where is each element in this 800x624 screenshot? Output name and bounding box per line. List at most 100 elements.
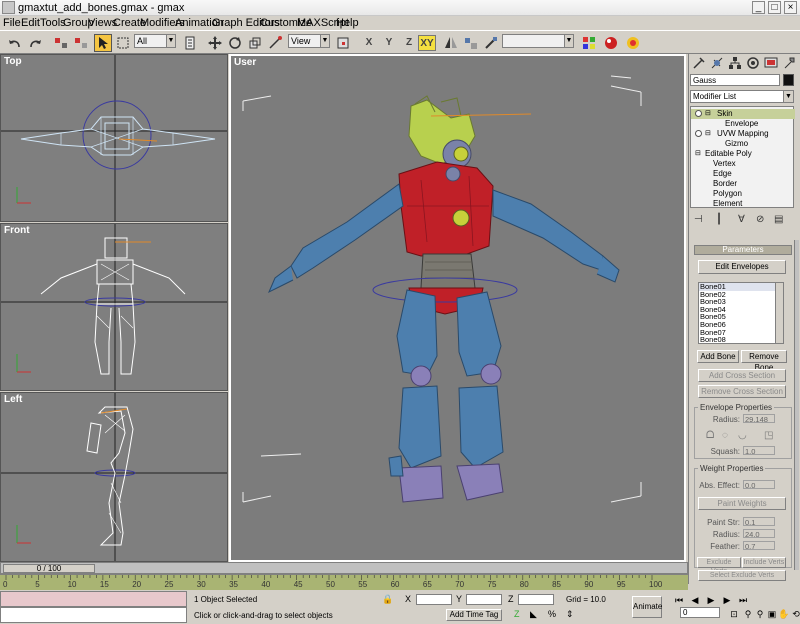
stack-item-vertex[interactable]: Vertex xyxy=(691,159,795,169)
object-name-field[interactable]: Gauss xyxy=(690,74,780,86)
stack-item-border[interactable]: Border xyxy=(691,179,795,189)
x-coordinate-field[interactable] xyxy=(416,594,452,605)
quick-render-icon[interactable] xyxy=(624,34,642,52)
curve-falloff-icon[interactable]: ◡ xyxy=(738,430,747,441)
maxscript-listener-white[interactable] xyxy=(0,607,187,623)
minimize-button[interactable]: _ xyxy=(752,1,765,14)
maximize-button[interactable]: □ xyxy=(768,1,781,14)
zoom-extents-icon[interactable]: ▣ xyxy=(766,608,778,620)
stack-item-uvw-mapping[interactable]: ⊟ UVW Mapping xyxy=(691,129,795,139)
viewport-user[interactable]: User xyxy=(229,54,686,562)
select-and-manipulate-icon[interactable] xyxy=(266,34,284,52)
pivot-center-icon[interactable] xyxy=(334,34,352,52)
close-button[interactable]: × xyxy=(784,1,797,14)
parameters-rollout-header[interactable]: Parameters xyxy=(694,245,792,255)
select-exclude-verts-button[interactable]: Select Exclude Verts xyxy=(698,570,786,581)
squash-spinner[interactable]: 1.0 xyxy=(743,446,775,456)
paint-radius-spinner[interactable]: 24.0 xyxy=(743,529,775,539)
time-slider-bar[interactable]: 0 / 100 xyxy=(0,562,688,574)
stack-item-envelope[interactable]: Envelope xyxy=(691,119,795,129)
add-bone-button[interactable]: Add Bone xyxy=(697,350,739,363)
redo-icon[interactable] xyxy=(26,34,44,52)
envelope-shape-icon[interactable]: ᗝ xyxy=(706,430,714,441)
align-icon[interactable] xyxy=(462,34,480,52)
edit-envelopes-button[interactable]: Edit Envelopes xyxy=(698,260,786,274)
bone-list-scrollbar[interactable] xyxy=(775,283,783,343)
list-item[interactable]: Bone08 xyxy=(699,336,783,343)
animate-button[interactable]: Animate xyxy=(632,596,662,618)
time-config-icon[interactable]: ⊡ xyxy=(728,608,740,620)
restrict-x-button[interactable]: X xyxy=(360,35,378,51)
expand-icon[interactable]: ⊟ xyxy=(705,129,711,137)
expand-icon[interactable]: ⊟ xyxy=(705,109,711,117)
maxscript-listener-pink[interactable] xyxy=(0,591,187,607)
expand-icon[interactable]: ⊟ xyxy=(695,149,701,157)
pan-icon[interactable]: ✋ xyxy=(778,608,790,620)
percent-snap-icon[interactable]: % xyxy=(548,609,556,619)
arc-rotate-icon[interactable]: ⟲ xyxy=(790,608,800,620)
include-verts-button[interactable]: Include Verts xyxy=(742,557,786,568)
render-scene-icon[interactable] xyxy=(602,34,620,52)
copy-envelope-icon[interactable]: ◳ xyxy=(764,430,773,441)
named-selection-dropdown[interactable]: ▼ xyxy=(502,34,574,48)
pin-stack-icon[interactable]: ⊣ xyxy=(694,214,703,225)
y-coordinate-field[interactable] xyxy=(466,594,502,605)
add-cross-section-button[interactable]: Add Cross Section xyxy=(698,369,786,382)
falloff-icon[interactable]: ◌ xyxy=(722,430,728,441)
zoom-all-icon[interactable]: ⚲ xyxy=(754,608,766,620)
current-frame-field[interactable]: 0 xyxy=(680,607,720,618)
exclude-verts-button[interactable]: Exclude Verts xyxy=(697,557,741,575)
bone-list[interactable]: Bone01 Bone02 Bone03 Bone04 Bone05 Bone0… xyxy=(698,282,784,344)
paint-str-spinner[interactable]: 0.1 xyxy=(743,517,775,527)
undo-icon[interactable] xyxy=(6,34,24,52)
angle-snap-icon[interactable]: ◣ xyxy=(530,609,537,620)
spinner-snap-icon[interactable]: ⇕ xyxy=(566,609,574,620)
lock-selection-icon[interactable]: 🔒 xyxy=(382,594,393,605)
lightbulb-icon[interactable] xyxy=(695,130,702,137)
zoom-icon[interactable]: ⚲ xyxy=(742,608,754,620)
lightbulb-icon[interactable] xyxy=(695,110,702,117)
go-to-end-icon[interactable]: ⏭ xyxy=(736,594,750,606)
create-tab-icon[interactable] xyxy=(692,56,706,70)
restrict-z-button[interactable]: Z xyxy=(400,35,418,51)
z-coordinate-field[interactable] xyxy=(518,594,554,605)
show-end-result-icon[interactable]: ┃ xyxy=(716,214,722,225)
remove-modifier-icon[interactable]: ⊘ xyxy=(756,214,764,225)
stack-item-gizmo[interactable]: Gizmo xyxy=(691,139,795,149)
play-icon[interactable]: ▶ xyxy=(704,594,718,606)
go-to-start-icon[interactable]: ⏮ xyxy=(672,594,686,606)
select-by-name-icon[interactable] xyxy=(182,34,200,52)
stack-item-skin[interactable]: ⊟ Skin xyxy=(691,109,795,119)
command-panel-scrollbar[interactable] xyxy=(794,240,799,570)
menu-tools[interactable]: Tools xyxy=(40,17,66,29)
stack-item-editable-poly[interactable]: ⊟ Editable Poly xyxy=(691,149,795,159)
mirror-icon[interactable] xyxy=(442,34,460,52)
select-region-icon[interactable] xyxy=(114,34,132,52)
viewport-left[interactable]: Left xyxy=(0,392,228,562)
display-tab-icon[interactable] xyxy=(764,56,778,70)
modifier-list-dropdown[interactable]: Modifier List ▼ xyxy=(690,90,794,103)
rotate-icon[interactable] xyxy=(226,34,244,52)
make-unique-icon[interactable]: ∀ xyxy=(738,214,745,225)
restrict-xy-button[interactable]: XY xyxy=(418,35,436,51)
feather-spinner[interactable]: 0.7 xyxy=(743,541,775,551)
move-icon[interactable] xyxy=(206,34,224,52)
scale-icon[interactable] xyxy=(246,34,264,52)
next-frame-icon[interactable]: ▶ xyxy=(720,594,734,606)
viewport-top[interactable]: Top xyxy=(0,54,228,222)
menu-file[interactable]: File xyxy=(3,17,21,29)
snap-toggle-icon[interactable]: Z xyxy=(514,609,520,619)
add-time-tag-button[interactable]: Add Time Tag xyxy=(446,609,502,621)
modify-tab-icon[interactable] xyxy=(710,56,724,70)
remove-bone-button[interactable]: Remove Bone xyxy=(741,350,787,372)
stack-item-polygon[interactable]: Polygon xyxy=(691,189,795,199)
unlink-selection-icon[interactable] xyxy=(72,34,90,52)
restrict-y-button[interactable]: Y xyxy=(380,35,398,51)
remove-cross-section-button[interactable]: Remove Cross Section xyxy=(698,385,786,398)
select-and-link-icon[interactable] xyxy=(52,34,70,52)
track-bar[interactable]: 0 5 10 15 20 25 30 35 40 45 50 55 60 65 70 75 80 85 90 95 10… xyxy=(0,574,688,590)
selection-filter-dropdown[interactable]: All ▼ xyxy=(134,34,176,48)
menu-help[interactable]: Help xyxy=(336,17,359,29)
menu-edit[interactable]: Edit xyxy=(21,17,40,29)
named-selection-icon[interactable] xyxy=(482,34,500,52)
